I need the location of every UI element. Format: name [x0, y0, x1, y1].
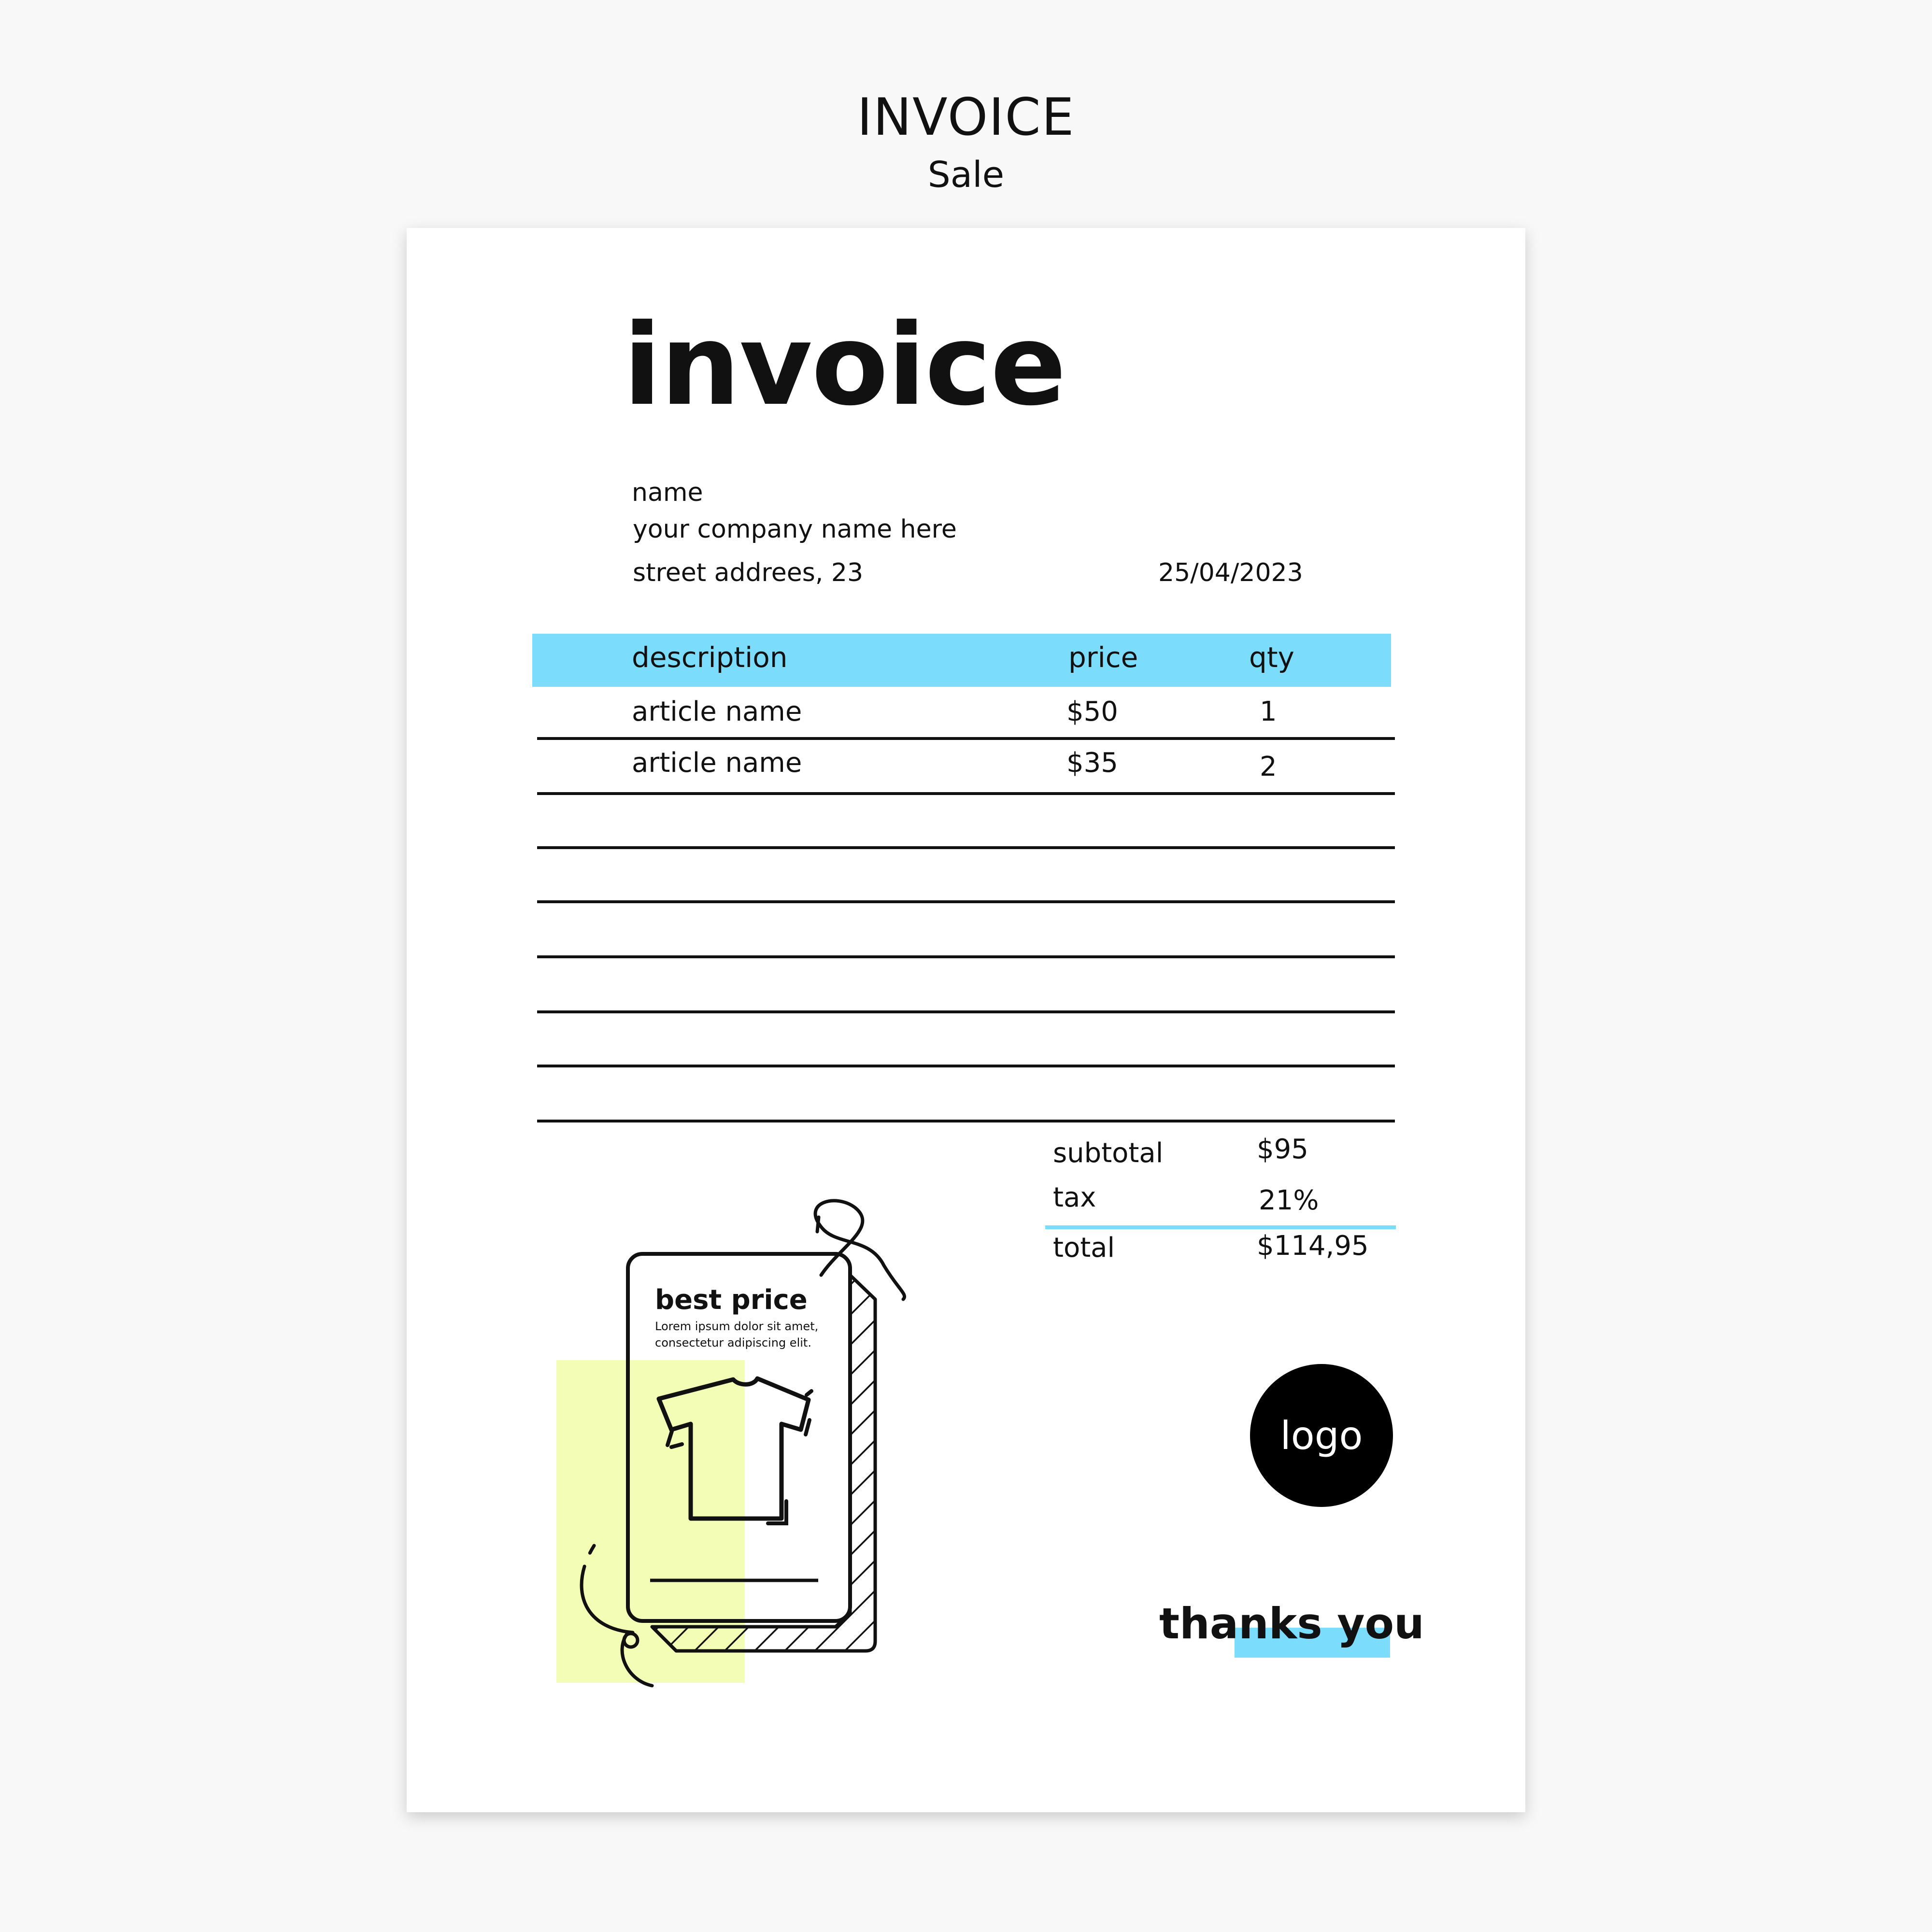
row-1-price: $50 [1066, 696, 1118, 727]
total-label: total [1053, 1232, 1115, 1264]
street-address: street addrees, 23 [633, 558, 864, 587]
row-2-description: article name [632, 747, 802, 779]
name-label: name [632, 478, 703, 507]
subtotal-value: $95 [1257, 1134, 1308, 1165]
table-rule [537, 1120, 1395, 1122]
company-logo: logo [1250, 1364, 1393, 1507]
table-rule [537, 792, 1395, 795]
tax-label: tax [1053, 1182, 1096, 1213]
page-subheading: Sale [927, 154, 1005, 196]
column-header-price: price [1068, 641, 1138, 674]
row-2-price: $35 [1066, 747, 1118, 779]
table-rule [537, 955, 1395, 958]
table-rule [537, 1010, 1395, 1013]
thanks-message: thanks you [1159, 1599, 1424, 1648]
t-shirt-icon [656, 1376, 813, 1525]
promo-text-line-2: consectetur adipiscing elit. [655, 1336, 811, 1350]
table-rule [537, 846, 1395, 849]
total-value: $114,95 [1257, 1230, 1369, 1262]
table-rule [537, 1065, 1395, 1067]
promo-text-line-1: Lorem ipsum dolor sit amet, [655, 1320, 819, 1333]
row-2-qty: 2 [1260, 751, 1277, 782]
column-header-description: description [632, 641, 788, 674]
column-header-qty: qty [1249, 641, 1294, 674]
invoice-date: 25/04/2023 [1158, 558, 1303, 587]
tax-value: 21% [1259, 1185, 1319, 1216]
totals-divider [1045, 1225, 1396, 1229]
row-1-description: article name [632, 696, 802, 727]
company-name: your company name here [633, 515, 957, 544]
promo-title: best price [655, 1284, 808, 1316]
logo-text: logo [1280, 1413, 1363, 1458]
subtotal-label: subtotal [1053, 1137, 1164, 1169]
row-1-qty: 1 [1260, 696, 1277, 727]
table-rule [537, 737, 1395, 740]
page-heading: INVOICE [857, 87, 1075, 147]
invoice-title: invoice [623, 300, 1066, 430]
table-rule [537, 900, 1395, 903]
